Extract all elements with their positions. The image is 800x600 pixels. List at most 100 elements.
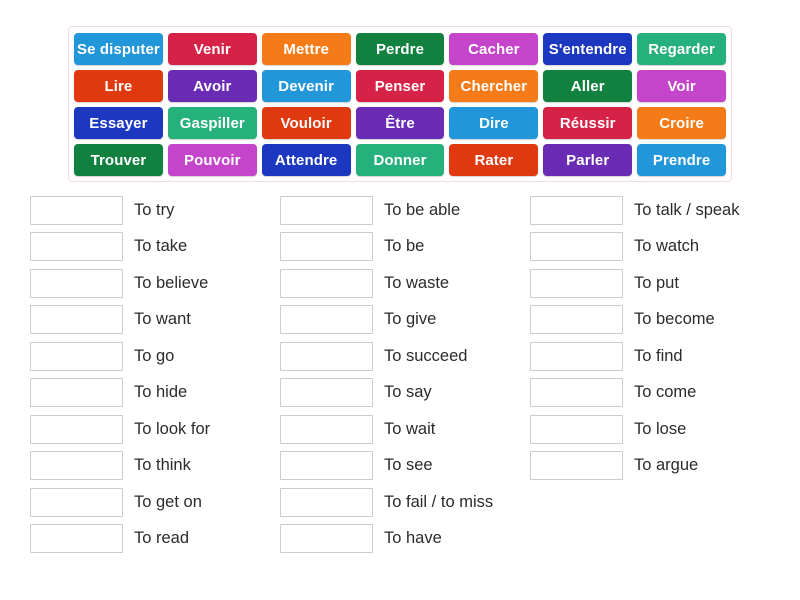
word-tile[interactable]: Vouloir (261, 107, 351, 139)
answer-row: To wait (280, 411, 530, 448)
word-tile[interactable]: Prendre (637, 144, 727, 176)
answer-drop-box[interactable] (530, 195, 623, 225)
word-bank: Se disputer Venir Mettre Perdre Cacher S'ente… (68, 26, 732, 182)
answer-row: To believe (30, 265, 280, 302)
answer-drop-box[interactable] (280, 232, 373, 262)
answer-drop-box[interactable] (530, 268, 623, 298)
answer-drop-box[interactable] (30, 414, 123, 444)
word-tile[interactable]: Rater (449, 144, 539, 176)
word-tile[interactable]: Se disputer (74, 33, 163, 65)
word-tile[interactable]: Perdre (355, 33, 445, 65)
word-tile[interactable]: Lire (74, 70, 163, 102)
answer-drop-box[interactable] (280, 487, 373, 517)
answer-row: To put (530, 265, 780, 302)
answer-label: To say (384, 383, 432, 402)
word-tile[interactable]: S'entendre (543, 33, 633, 65)
answer-drop-box[interactable] (280, 195, 373, 225)
answer-drop-box[interactable] (30, 268, 123, 298)
answer-row: To want (30, 302, 280, 339)
word-tile[interactable]: Cacher (449, 33, 539, 65)
word-tile-row: Trouver Pouvoir Attendre Donner Rater Parler P… (74, 144, 727, 176)
answer-row: To find (530, 338, 780, 375)
word-tile[interactable]: Être (355, 107, 445, 139)
word-tile[interactable]: Devenir (261, 70, 351, 102)
answer-drop-box[interactable] (30, 524, 123, 554)
answer-label: To have (384, 529, 442, 548)
answer-drop-box[interactable] (30, 487, 123, 517)
answer-drop-box[interactable] (530, 305, 623, 335)
answer-drop-box[interactable] (530, 378, 623, 408)
answer-label: To see (384, 456, 433, 475)
word-tile[interactable]: Voir (637, 70, 727, 102)
answer-columns: To try To take To believe To want To go To hi… (30, 192, 782, 557)
answer-drop-box[interactable] (280, 268, 373, 298)
word-tile[interactable]: Regarder (637, 33, 727, 65)
answer-drop-box[interactable] (280, 378, 373, 408)
word-tile[interactable]: Croire (637, 107, 727, 139)
answer-label: To argue (634, 456, 699, 475)
answer-drop-box[interactable] (530, 232, 623, 262)
word-tile[interactable]: Donner (355, 144, 445, 176)
answer-drop-box[interactable] (530, 451, 623, 481)
word-tile[interactable]: Attendre (261, 144, 351, 176)
word-tile[interactable]: Penser (355, 70, 445, 102)
answer-drop-box[interactable] (280, 524, 373, 554)
answer-row: To think (30, 448, 280, 485)
answer-label: To wait (384, 419, 436, 438)
answer-drop-box[interactable] (280, 451, 373, 481)
answer-row: To come (530, 375, 780, 412)
answer-row: To go (30, 338, 280, 375)
answer-drop-box[interactable] (30, 232, 123, 262)
answer-drop-box[interactable] (280, 305, 373, 335)
word-tile[interactable]: Trouver (74, 144, 163, 176)
answer-row: To try (30, 192, 280, 229)
answer-row: To become (530, 302, 780, 339)
answer-drop-box[interactable] (280, 341, 373, 371)
answer-label: To get on (134, 492, 202, 511)
word-tile[interactable]: Mettre (261, 33, 351, 65)
answer-row: To give (280, 302, 530, 339)
answer-column: To be able To be To waste To give To succeed… (280, 192, 530, 557)
answer-column: To try To take To believe To want To go To hi… (30, 192, 280, 557)
answer-row: To read (30, 521, 280, 558)
answer-drop-box[interactable] (530, 414, 623, 444)
word-tile[interactable]: Avoir (167, 70, 257, 102)
answer-label: To try (134, 200, 175, 219)
answer-row: To be (280, 229, 530, 266)
word-tile[interactable]: Parler (543, 144, 633, 176)
answer-column: To talk / speak To watch To put To become To… (530, 192, 780, 557)
answer-label: To talk / speak (634, 200, 740, 219)
word-tile[interactable]: Essayer (74, 107, 163, 139)
answer-drop-box[interactable] (30, 341, 123, 371)
answer-drop-box[interactable] (30, 451, 123, 481)
answer-label: To be (384, 237, 425, 256)
word-tile[interactable]: Aller (543, 70, 633, 102)
answer-label: To think (134, 456, 191, 475)
answer-drop-box[interactable] (30, 305, 123, 335)
answer-drop-box[interactable] (530, 341, 623, 371)
answer-label: To fail / to miss (384, 492, 494, 511)
answer-row: To have (280, 521, 530, 558)
answer-label: To put (634, 273, 679, 292)
answer-drop-box[interactable] (30, 378, 123, 408)
answer-label: To give (384, 310, 437, 329)
answer-drop-box[interactable] (280, 414, 373, 444)
word-tile[interactable]: Dire (449, 107, 539, 139)
answer-row: To lose (530, 411, 780, 448)
answer-label: To waste (384, 273, 450, 292)
word-tile-row: Se disputer Venir Mettre Perdre Cacher S'ente… (74, 33, 727, 65)
answer-row: To see (280, 448, 530, 485)
answer-label: To hide (134, 383, 188, 402)
answer-drop-box[interactable] (30, 195, 123, 225)
answer-row: To say (280, 375, 530, 412)
word-tile[interactable]: Gaspiller (167, 107, 257, 139)
word-tile[interactable]: Venir (167, 33, 257, 65)
word-tile[interactable]: Chercher (449, 70, 539, 102)
answer-label: To find (634, 346, 683, 365)
word-tile[interactable]: Pouvoir (167, 144, 257, 176)
answer-row: To hide (30, 375, 280, 412)
answer-label: To succeed (384, 346, 468, 365)
answer-label: To lose (634, 419, 687, 438)
answer-row: To watch (530, 229, 780, 266)
word-tile[interactable]: Réussir (543, 107, 633, 139)
